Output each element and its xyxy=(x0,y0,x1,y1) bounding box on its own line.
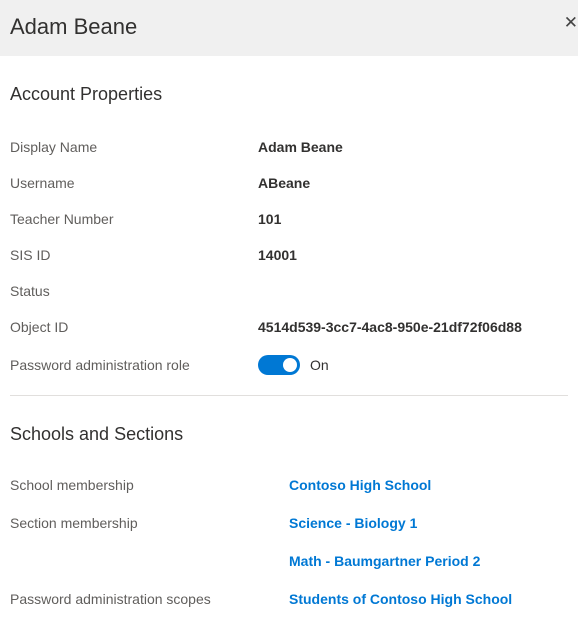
link-section-membership-1[interactable]: Science - Biology 1 xyxy=(289,515,417,531)
row-password-admin-role: Password administration role On xyxy=(10,355,568,375)
section-title-account-properties: Account Properties xyxy=(10,84,568,105)
label-username: Username xyxy=(10,175,258,191)
value-username: ABeane xyxy=(258,175,310,191)
section-title-schools-sections: Schools and Sections xyxy=(10,424,568,445)
row-password-admin-scopes: Password administration scopes Students … xyxy=(10,591,568,607)
value-teacher-number: 101 xyxy=(258,211,281,227)
label-sis-id: SIS ID xyxy=(10,247,258,263)
row-school-membership: School membership Contoso High School xyxy=(10,477,568,493)
section-divider xyxy=(10,395,568,396)
row-username: Username ABeane xyxy=(10,175,568,191)
label-school-membership: School membership xyxy=(10,477,289,493)
link-school-membership[interactable]: Contoso High School xyxy=(289,477,431,493)
page-title: Adam Beane xyxy=(10,14,562,40)
label-password-admin-role: Password administration role xyxy=(10,357,258,373)
label-teacher-number: Teacher Number xyxy=(10,211,258,227)
toggle-password-admin-role-wrap: On xyxy=(258,355,329,375)
row-status: Status xyxy=(10,283,568,299)
row-section-membership: Section membership Science - Biology 1 xyxy=(10,515,568,531)
label-display-name: Display Name xyxy=(10,139,258,155)
row-section-membership-extra: Math - Baumgartner Period 2 xyxy=(10,553,568,569)
row-object-id: Object ID 4514d539-3cc7-4ac8-950e-21df72… xyxy=(10,319,568,335)
label-password-admin-scopes: Password administration scopes xyxy=(10,591,289,607)
link-section-membership-2[interactable]: Math - Baumgartner Period 2 xyxy=(289,553,480,569)
label-status: Status xyxy=(10,283,258,299)
label-object-id: Object ID xyxy=(10,319,258,335)
label-section-membership: Section membership xyxy=(10,515,289,531)
row-sis-id: SIS ID 14001 xyxy=(10,247,568,263)
value-object-id: 4514d539-3cc7-4ac8-950e-21df72f06d88 xyxy=(258,319,522,335)
panel-header: Adam Beane ✕ xyxy=(0,0,578,56)
panel-content: Account Properties Display Name Adam Bea… xyxy=(0,56,578,637)
toggle-password-admin-role[interactable] xyxy=(258,355,300,375)
row-display-name: Display Name Adam Beane xyxy=(10,139,568,155)
toggle-knob-icon xyxy=(283,358,297,372)
value-sis-id: 14001 xyxy=(258,247,297,263)
close-icon[interactable]: ✕ xyxy=(564,14,578,31)
link-password-admin-scopes[interactable]: Students of Contoso High School xyxy=(289,591,512,607)
row-teacher-number: Teacher Number 101 xyxy=(10,211,568,227)
value-display-name: Adam Beane xyxy=(258,139,343,155)
toggle-state-label: On xyxy=(310,357,329,373)
